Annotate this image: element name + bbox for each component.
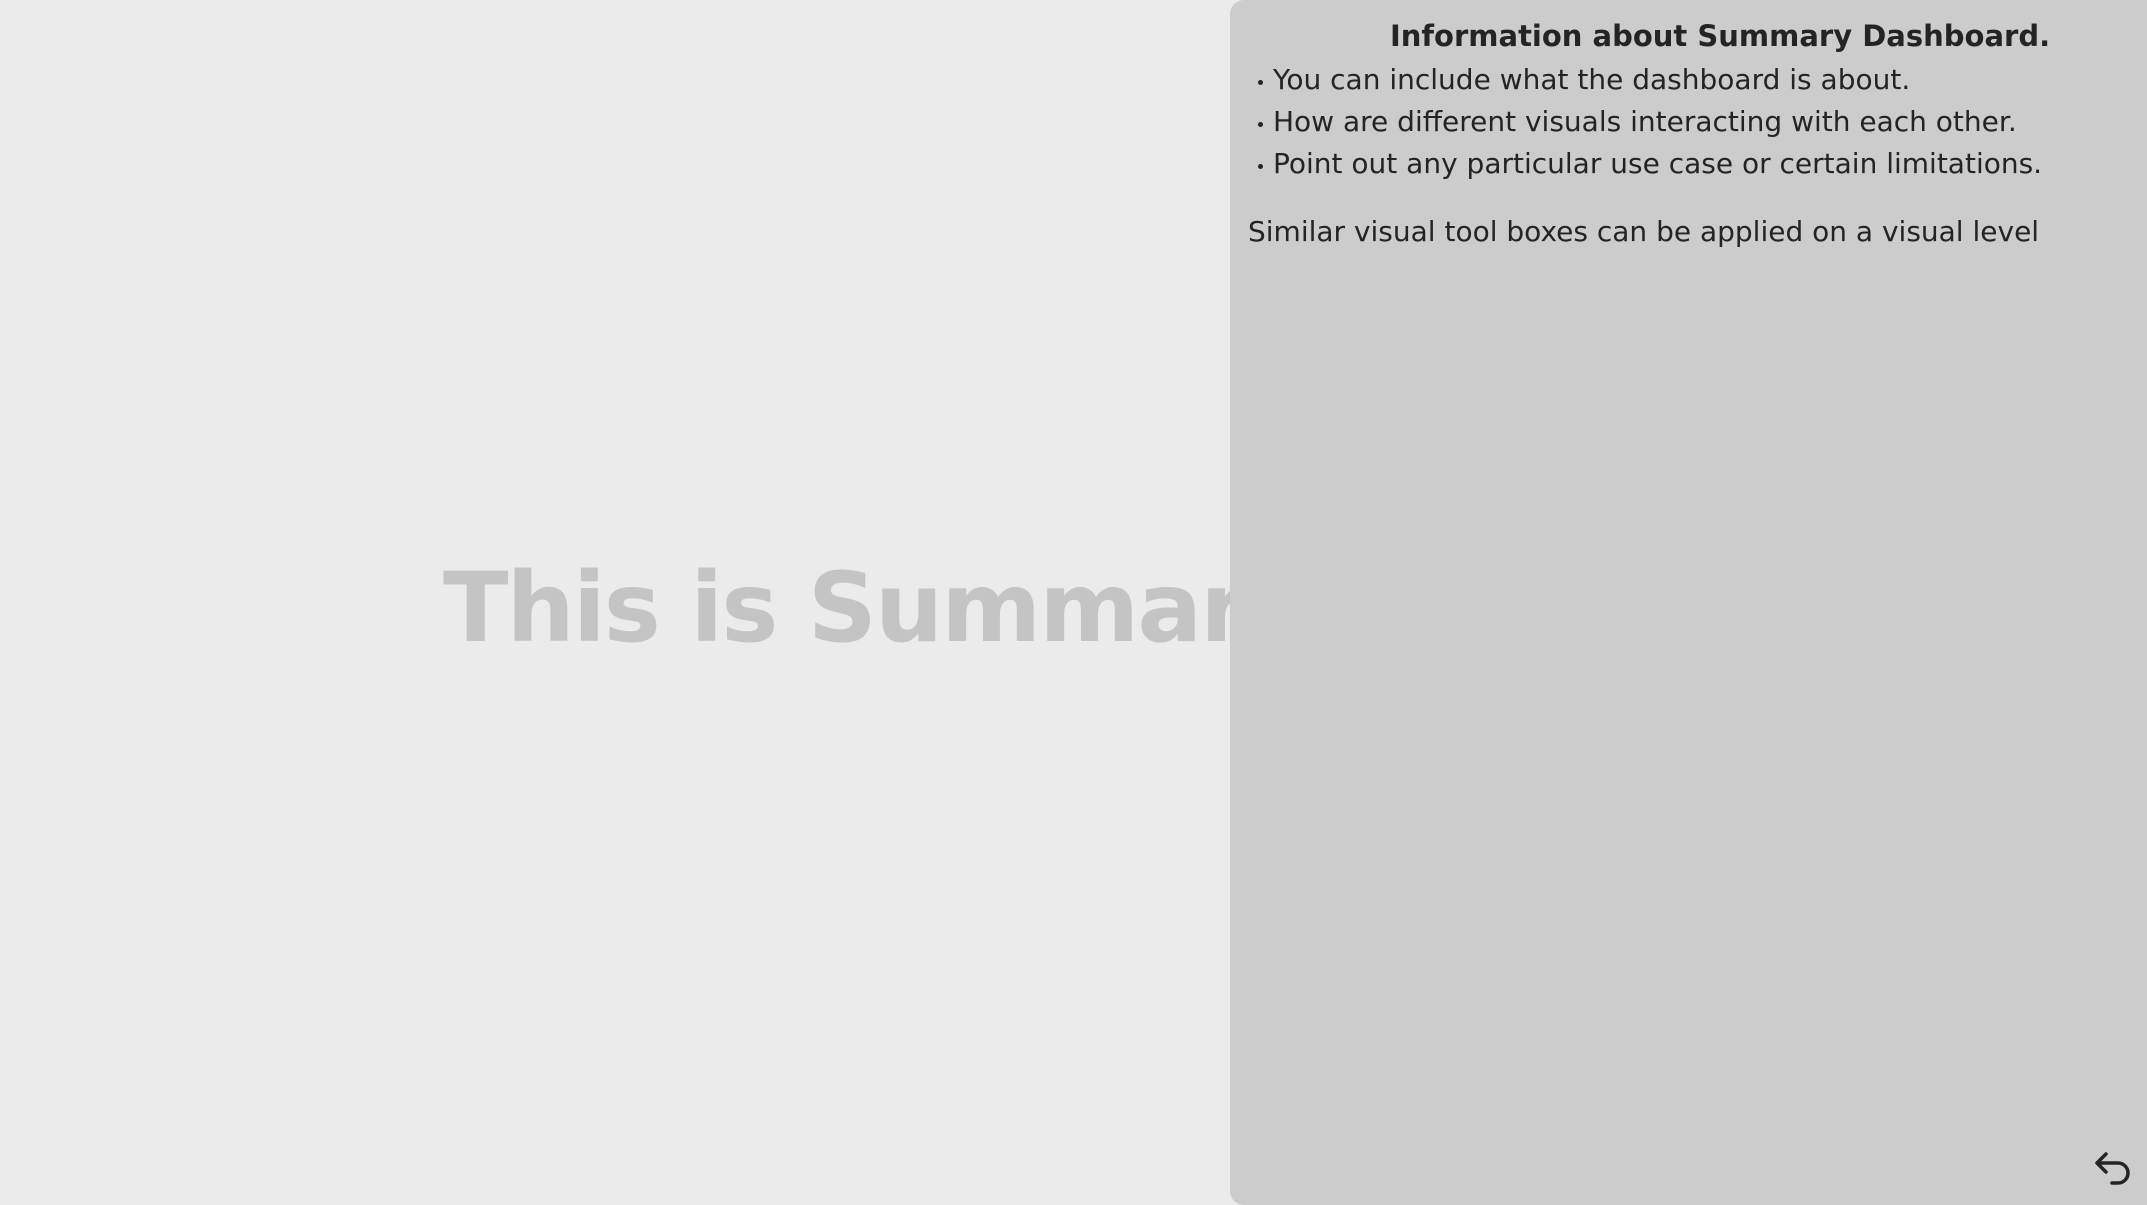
report-canvas: This is Summary D Information about Summ…	[0, 0, 2147, 1205]
info-bullet-text: You can include what the dashboard is ab…	[1273, 62, 1911, 96]
bullet-icon	[1258, 79, 1263, 85]
info-bullet-item: You can include what the dashboard is ab…	[1258, 58, 2042, 100]
bullet-icon	[1258, 163, 1263, 169]
back-arrow-icon	[2095, 1152, 2130, 1185]
info-bullet-list: You can include what the dashboard is ab…	[1258, 58, 2042, 184]
info-panel: Information about Summary Dashboard. You…	[1230, 0, 2147, 1205]
info-bullet-text: How are different visuals interacting wi…	[1273, 104, 2017, 138]
bullet-icon	[1258, 121, 1263, 127]
info-bullet-item: Point out any particular use case or cer…	[1258, 142, 2042, 184]
info-bullet-text: Point out any particular use case or cer…	[1273, 146, 2043, 180]
info-panel-note: Similar visual tool boxes can be applied…	[1248, 215, 2040, 248]
info-panel-title: Information about Summary Dashboard.	[1390, 19, 2051, 53]
back-button[interactable]	[2090, 1146, 2134, 1190]
info-bullet-item: How are different visuals interacting wi…	[1258, 100, 2042, 142]
